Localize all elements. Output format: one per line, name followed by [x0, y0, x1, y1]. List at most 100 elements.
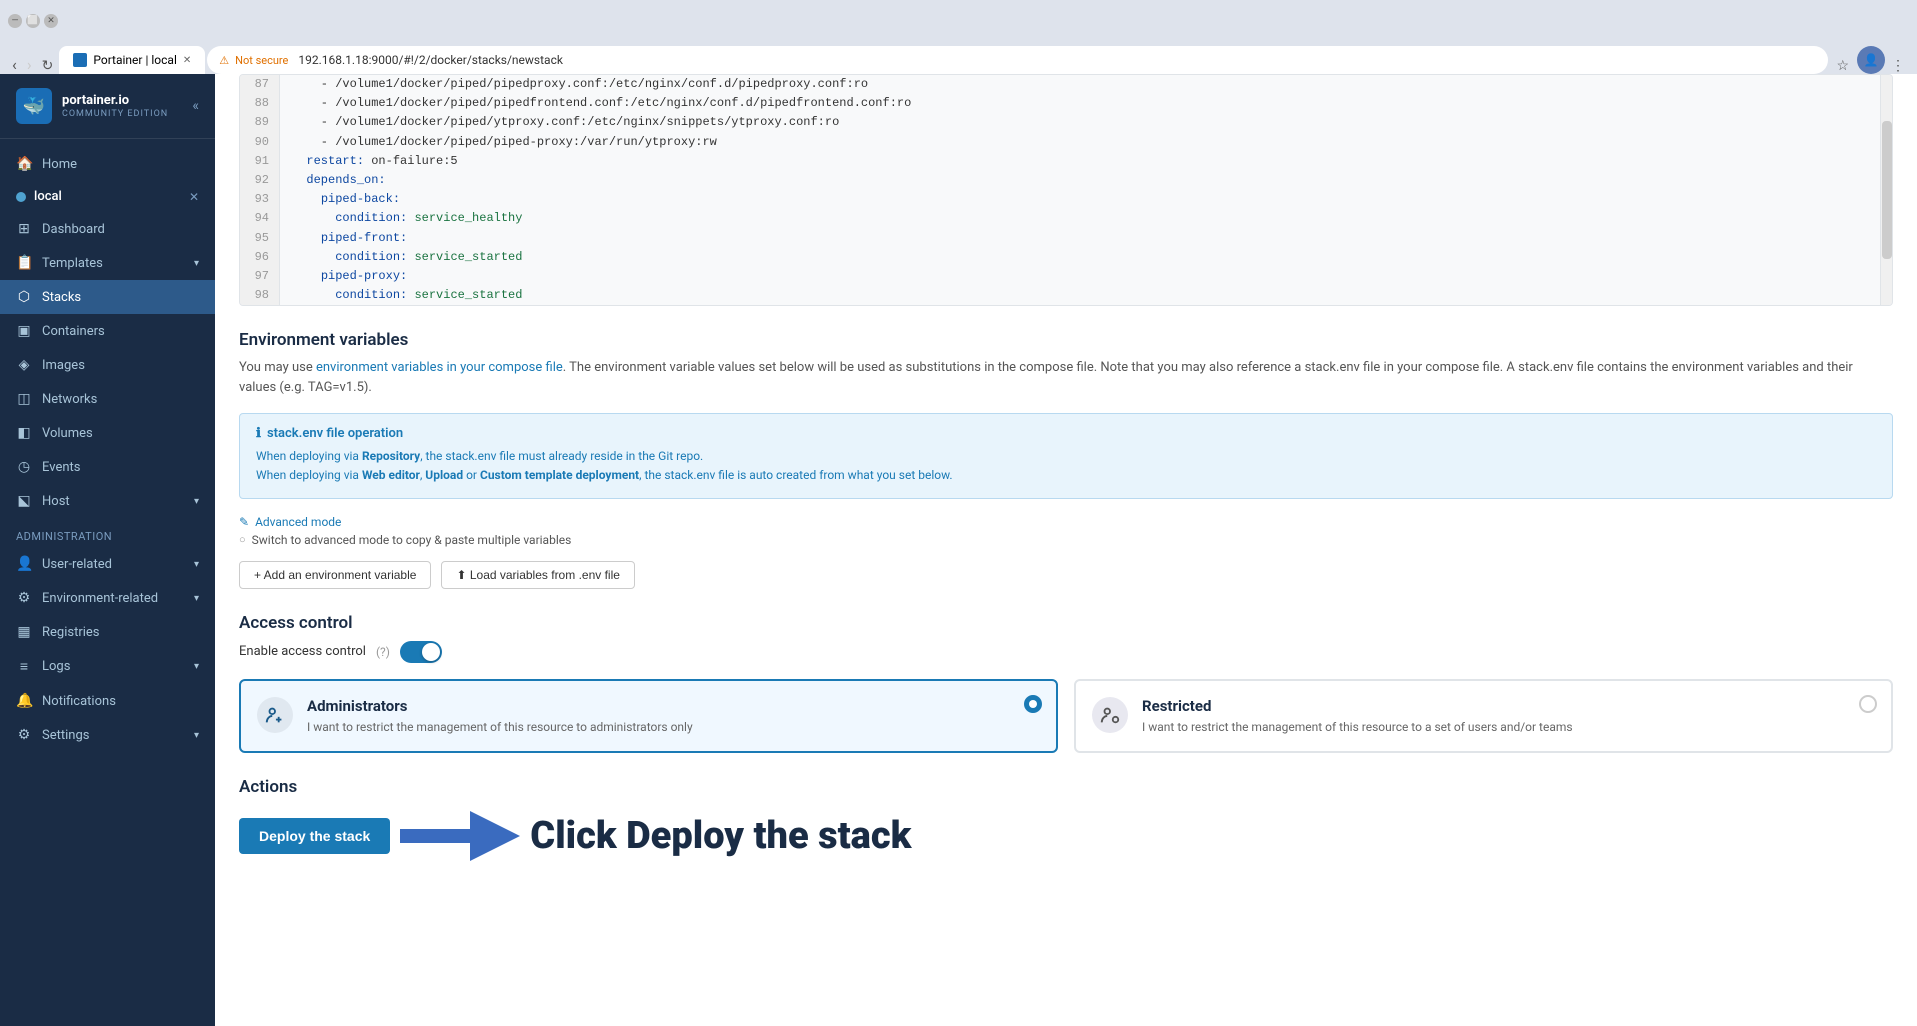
code-line-91: 91 restart: on-failure:5 [240, 152, 1880, 171]
access-control-title: Access control [239, 613, 1893, 633]
sidebar-item-images[interactable]: ◈ Images [0, 348, 215, 382]
arrow-annotation: Click Deploy the stack [400, 811, 911, 861]
home-icon: 🏠 [16, 156, 32, 172]
sidebar-admin-section-label: Administration [0, 518, 215, 547]
close-btn[interactable]: ✕ [44, 14, 58, 28]
security-icon: ⚠ [219, 54, 229, 67]
sidebar-item-label: Containers [42, 324, 105, 339]
sidebar-item-home[interactable]: 🏠 Home [0, 147, 215, 181]
profile-icon[interactable]: 👤 [1857, 46, 1885, 74]
sidebar-item-notifications[interactable]: 🔔 Notifications [0, 684, 215, 718]
active-tab[interactable]: Portainer | local ✕ [59, 46, 205, 74]
env-section-desc: You may use environment variables in you… [239, 358, 1893, 397]
templates-arrow-icon: ▾ [194, 258, 199, 269]
deploy-stack-button[interactable]: Deploy the stack [239, 818, 390, 854]
user-related-icon: 👤 [16, 556, 32, 572]
sidebar-item-label: Logs [42, 659, 70, 674]
sidebar-item-label: Volumes [42, 426, 93, 441]
add-env-variable-button[interactable]: + Add an environment variable [239, 561, 431, 589]
sidebar-item-events[interactable]: ◷ Events [0, 450, 215, 484]
tab-close-icon[interactable]: ✕ [183, 55, 191, 66]
sidebar-item-networks[interactable]: ◫ Networks [0, 382, 215, 416]
sidebar-item-templates[interactable]: 📋 Templates ▾ [0, 246, 215, 280]
sidebar-item-logs[interactable]: ≡ Logs ▾ [0, 649, 215, 684]
code-line-94: 94 condition: service_healthy [240, 209, 1880, 228]
sidebar-item-label: Notifications [42, 694, 116, 709]
browser-controls: — ⬜ ✕ [8, 14, 58, 28]
info-box-line2: When deploying via Web editor, Upload or… [256, 466, 1876, 485]
sidebar-item-label: Registries [42, 625, 100, 640]
maximize-btn[interactable]: ⬜ [26, 14, 40, 28]
admin-card-content: Administrators I want to restrict the ma… [307, 697, 693, 736]
advanced-mode-link[interactable]: ✎ Advanced mode [239, 515, 1893, 529]
info-box-title: ℹ stack.env file operation [256, 426, 1876, 441]
sidebar-item-dashboard[interactable]: ⊞ Dashboard [0, 212, 215, 246]
load-env-file-button[interactable]: ⬆ Load variables from .env file [441, 561, 634, 589]
nav-back-icon[interactable]: ‹ [8, 55, 21, 74]
sidebar-item-label: Events [42, 460, 80, 475]
sidebar-item-user-related[interactable]: 👤 User-related ▾ [0, 547, 215, 581]
env-related-arrow-icon: ▾ [194, 593, 199, 604]
sidebar-item-label: Environment-related [42, 591, 158, 606]
sidebar-item-host[interactable]: ⬕ Host ▾ [0, 484, 215, 518]
env-close-icon[interactable]: ✕ [189, 190, 199, 204]
host-icon: ⬕ [16, 493, 32, 509]
registries-icon: ▦ [16, 624, 32, 640]
help-icon: (?) [376, 645, 390, 659]
logo-title: portainer.io [62, 93, 168, 109]
logo-subtitle: COMMUNITY EDITION [62, 109, 168, 119]
actions-section: Actions Deploy the stack Click Deploy th… [239, 777, 1893, 861]
sidebar-item-volumes[interactable]: ◧ Volumes [0, 416, 215, 450]
sidebar-nav: 🏠 Home local ✕ ⊞ Dashboard 📋 Templates ▾ [0, 139, 215, 1026]
toggle-knob [422, 643, 440, 661]
sidebar-logo: 🐳 portainer.io COMMUNITY EDITION « [0, 74, 215, 139]
info-box-line1: When deploying via Repository, the stack… [256, 447, 1876, 466]
sidebar-item-containers[interactable]: ▣ Containers [0, 314, 215, 348]
administrators-card[interactable]: Administrators I want to restrict the ma… [239, 679, 1058, 754]
code-line-98: 98 condition: service_started [240, 286, 1880, 305]
host-arrow-icon: ▾ [194, 496, 199, 507]
tab-favicon [73, 53, 87, 67]
sidebar-collapse-icon[interactable]: « [192, 98, 199, 114]
sidebar-item-settings[interactable]: ⚙ Settings ▾ [0, 718, 215, 752]
code-line-90: 90 - /volume1/docker/piped/piped-proxy:/… [240, 133, 1880, 152]
url-display: 192.168.1.18:9000/#!/2/docker/stacks/new… [298, 53, 563, 67]
switch-mode-hint: ○ Switch to advanced mode to copy & past… [239, 533, 1893, 547]
env-name: local [34, 189, 181, 204]
logs-arrow-icon: ▾ [194, 661, 199, 672]
sidebar-item-stacks[interactable]: ⬡ Stacks [0, 280, 215, 314]
logo-text-block: portainer.io COMMUNITY EDITION [62, 93, 168, 119]
access-control-toggle[interactable] [400, 641, 442, 663]
sidebar-item-registries[interactable]: ▦ Registries [0, 615, 215, 649]
browser-chrome: — ⬜ ✕ [0, 0, 1917, 42]
env-desc-link[interactable]: environment variables in your compose fi… [316, 360, 563, 375]
nav-forward-icon[interactable]: › [23, 55, 36, 74]
sidebar-item-env-related[interactable]: ⚙ Environment-related ▾ [0, 581, 215, 615]
dashboard-icon: ⊞ [16, 221, 32, 237]
info-sm-icon: ○ [239, 533, 246, 546]
code-line-92: 92 depends_on: [240, 171, 1880, 190]
sidebar-item-label: Host [42, 494, 70, 509]
admin-card-radio[interactable] [1024, 695, 1042, 713]
sidebar-item-label: Settings [42, 728, 89, 743]
bookmark-icon[interactable]: ☆ [1830, 58, 1855, 74]
minimize-btn[interactable]: — [8, 14, 22, 28]
restricted-card-radio[interactable] [1859, 695, 1877, 713]
code-line-96: 96 condition: service_started [240, 248, 1880, 267]
sidebar-item-label: Networks [42, 392, 97, 407]
restricted-card[interactable]: Restricted I want to restrict the manage… [1074, 679, 1893, 754]
menu-icon[interactable]: ⋮ [1887, 58, 1909, 74]
events-icon: ◷ [16, 459, 32, 475]
env-info-box: ℹ stack.env file operation When deployin… [239, 413, 1893, 498]
arrow-icon [400, 811, 520, 861]
logo-icon: 🐳 [16, 88, 52, 124]
code-scrollbar[interactable] [1880, 75, 1892, 305]
code-line-97: 97 piped-proxy: [240, 267, 1880, 286]
nav-refresh-icon[interactable]: ↻ [38, 58, 58, 74]
main-content: 87 - /volume1/docker/piped/pipedproxy.co… [215, 74, 1917, 1026]
address-bar[interactable]: ⚠ Not secure 192.168.1.18:9000/#!/2/dock… [207, 46, 1828, 74]
volumes-icon: ◧ [16, 425, 32, 441]
env-buttons-group: + Add an environment variable ⬆ Load var… [239, 561, 1893, 589]
stacks-icon: ⬡ [16, 289, 32, 305]
code-line-95: 95 piped-front: [240, 229, 1880, 248]
